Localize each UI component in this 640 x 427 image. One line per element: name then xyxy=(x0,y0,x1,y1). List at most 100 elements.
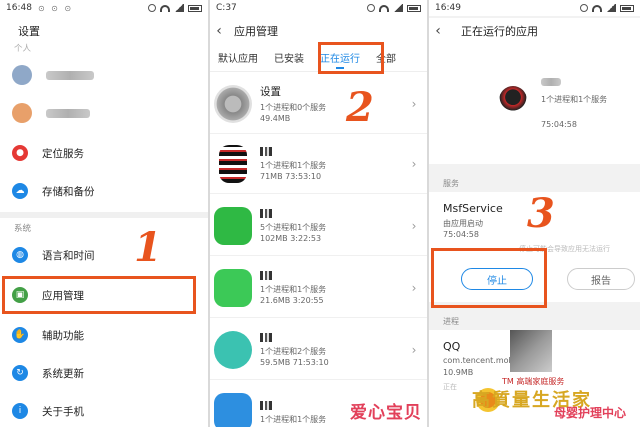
app-name-pixelated xyxy=(260,269,407,281)
account-icon xyxy=(12,103,32,123)
qq-icon xyxy=(499,86,527,114)
wifi-icon xyxy=(592,4,602,12)
app-memory: 21.6MB 3:20:55 xyxy=(260,296,324,305)
status-time: C:37 xyxy=(216,3,237,13)
cloud-icon: ☁ xyxy=(12,183,28,199)
settings-item-location[interactable]: ● 定位服务 xyxy=(0,134,208,172)
app-header-card: 1个进程和1个服务 75:04:58 xyxy=(429,44,640,164)
alarm-icon xyxy=(148,4,156,12)
app-process-info: 1个进程和2个服务 xyxy=(260,347,327,356)
back-arrow-icon[interactable]: ‹ xyxy=(429,23,447,39)
section-header-personal: 个人 xyxy=(14,44,32,54)
process-name: QQ xyxy=(443,340,461,353)
app-memory: 49.4MB xyxy=(260,113,291,123)
status-notification-icons: ⊙ ⊙ ⊙ xyxy=(37,3,74,13)
highlight-box-step1 xyxy=(2,276,196,314)
app-process-info: 1个进程和1个服务 xyxy=(260,285,327,294)
blurred-label xyxy=(46,70,94,80)
app-name-pixelated xyxy=(260,331,407,343)
chevron-right-icon: › xyxy=(411,156,417,171)
watermark-text: 爱心宝贝 xyxy=(350,403,422,423)
account-icon xyxy=(12,65,32,85)
app-process-info: 5个进程和1个服务 xyxy=(260,223,327,232)
settings-item-storage[interactable]: ☁ 存储和备份 xyxy=(0,172,208,210)
settings-item-label: 关于手机 xyxy=(42,405,84,418)
settings-item-label: 语言和时间 xyxy=(42,249,95,262)
status-bar: 16:48 ⊙ ⊙ ⊙ xyxy=(0,0,208,16)
settings-item-language[interactable]: ◍ 语言和时间 xyxy=(0,236,208,274)
composite-screenshot: 16:48 ⊙ ⊙ ⊙ 设置 个人 ● 定位服务 ☁ 存储和备份 系统 ◍ 语言… xyxy=(0,0,640,427)
step-number-2: 2 xyxy=(346,84,374,131)
status-time: 16:48 xyxy=(6,3,32,13)
alarm-icon xyxy=(367,4,375,12)
app-memory: 59.5MB 71:53:10 xyxy=(260,358,329,367)
service-origin: 由应用启动 xyxy=(443,219,483,228)
running-app-row[interactable]: 1个进程和1个服务 21.6MB 3:20:55 › xyxy=(210,258,427,318)
process-note: 正在 xyxy=(443,383,457,391)
step-number-1: 1 xyxy=(134,224,162,271)
app-process-info: 1个进程和0个服务 xyxy=(260,102,327,112)
app-process-info: 1个进程和1个服务 xyxy=(541,95,608,104)
running-app-row[interactable]: 1个进程和1个服务 71MB 73:53:10 › xyxy=(210,134,427,194)
app-memory: 102MB 3:22:53 xyxy=(260,234,322,243)
settings-item-system-update[interactable]: ↻ 系统更新 xyxy=(0,354,208,392)
highlight-box-step2 xyxy=(318,42,384,74)
accessibility-icon: ✋ xyxy=(12,327,28,343)
chevron-right-icon: › xyxy=(411,218,417,233)
page-title-bar: ‹ 正在运行的应用 xyxy=(429,18,640,44)
page-title-bar: 设置 xyxy=(0,18,208,44)
blue-app-icon xyxy=(214,393,252,427)
status-bar: 16:49 xyxy=(429,0,640,16)
settings-item-label: 系统更新 xyxy=(42,367,84,380)
signal-icon xyxy=(393,4,403,12)
wifi-icon xyxy=(379,4,389,12)
app-management-screen: C:37 ‹ 应用管理 默认应用 已安装 正在运行 全部 设置 1个进程和0个服… xyxy=(210,0,427,427)
alarm-icon xyxy=(580,4,588,12)
blurred-account-row[interactable] xyxy=(0,56,208,94)
gear-icon xyxy=(214,84,252,123)
section-header-process: 进程 xyxy=(443,317,459,326)
chat-app-icon xyxy=(214,268,252,307)
settings-item-label: 辅助功能 xyxy=(42,329,84,342)
running-app-row[interactable]: 1个进程和2个服务 59.5MB 71:53:10 › xyxy=(210,320,427,380)
settings-screen: 16:48 ⊙ ⊙ ⊙ 设置 个人 ● 定位服务 ☁ 存储和备份 系统 ◍ 语言… xyxy=(0,0,208,427)
location-icon: ● xyxy=(12,145,28,161)
app-process-info: 1个进程和1个服务 xyxy=(260,161,327,170)
highlight-box-step3 xyxy=(431,248,547,308)
app-name-pixelated xyxy=(260,145,407,157)
service-name: MsfService xyxy=(443,202,503,215)
running-app-row[interactable]: 5个进程和1个服务 102MB 3:22:53 › xyxy=(210,196,427,256)
wechat-icon xyxy=(214,206,252,245)
update-icon: ↻ xyxy=(12,365,28,381)
battery-icon xyxy=(188,4,202,12)
settings-item-label: 存储和备份 xyxy=(42,185,95,198)
back-arrow-icon[interactable]: ‹ xyxy=(210,23,228,39)
tab-default-apps[interactable]: 默认应用 xyxy=(210,44,266,72)
settings-item-about-phone[interactable]: i 关于手机 xyxy=(0,392,208,427)
chevron-right-icon: › xyxy=(411,280,417,295)
chevron-right-icon: › xyxy=(411,96,417,111)
wifi-icon xyxy=(160,4,170,12)
process-memory: 10.9MB xyxy=(443,368,474,377)
status-time: 16:49 xyxy=(435,3,461,13)
app-uptime: 75:04:58 xyxy=(541,120,577,129)
report-button[interactable]: 报告 xyxy=(567,268,635,290)
tab-installed[interactable]: 已安装 xyxy=(266,44,312,72)
blurred-label xyxy=(46,108,90,118)
blurred-account-row[interactable] xyxy=(0,94,208,132)
chevron-right-icon: › xyxy=(411,342,417,357)
info-icon: i xyxy=(12,403,28,419)
pixelated-app-icon xyxy=(219,144,247,183)
battery-icon xyxy=(620,4,634,12)
page-title: 正在运行的应用 xyxy=(461,25,538,38)
divider xyxy=(0,212,208,218)
running-app-row[interactable]: 设置 1个进程和0个服务 49.4MB › xyxy=(210,74,427,134)
settings-item-accessibility[interactable]: ✋ 辅助功能 xyxy=(0,316,208,354)
signal-icon xyxy=(174,4,184,12)
page-title: 设置 xyxy=(18,25,40,38)
service-uptime: 75:04:58 xyxy=(443,230,479,239)
section-header-system: 系统 xyxy=(14,224,32,234)
step-number-3: 3 xyxy=(527,190,555,237)
battery-icon xyxy=(407,4,421,12)
teal-app-icon xyxy=(214,330,252,369)
